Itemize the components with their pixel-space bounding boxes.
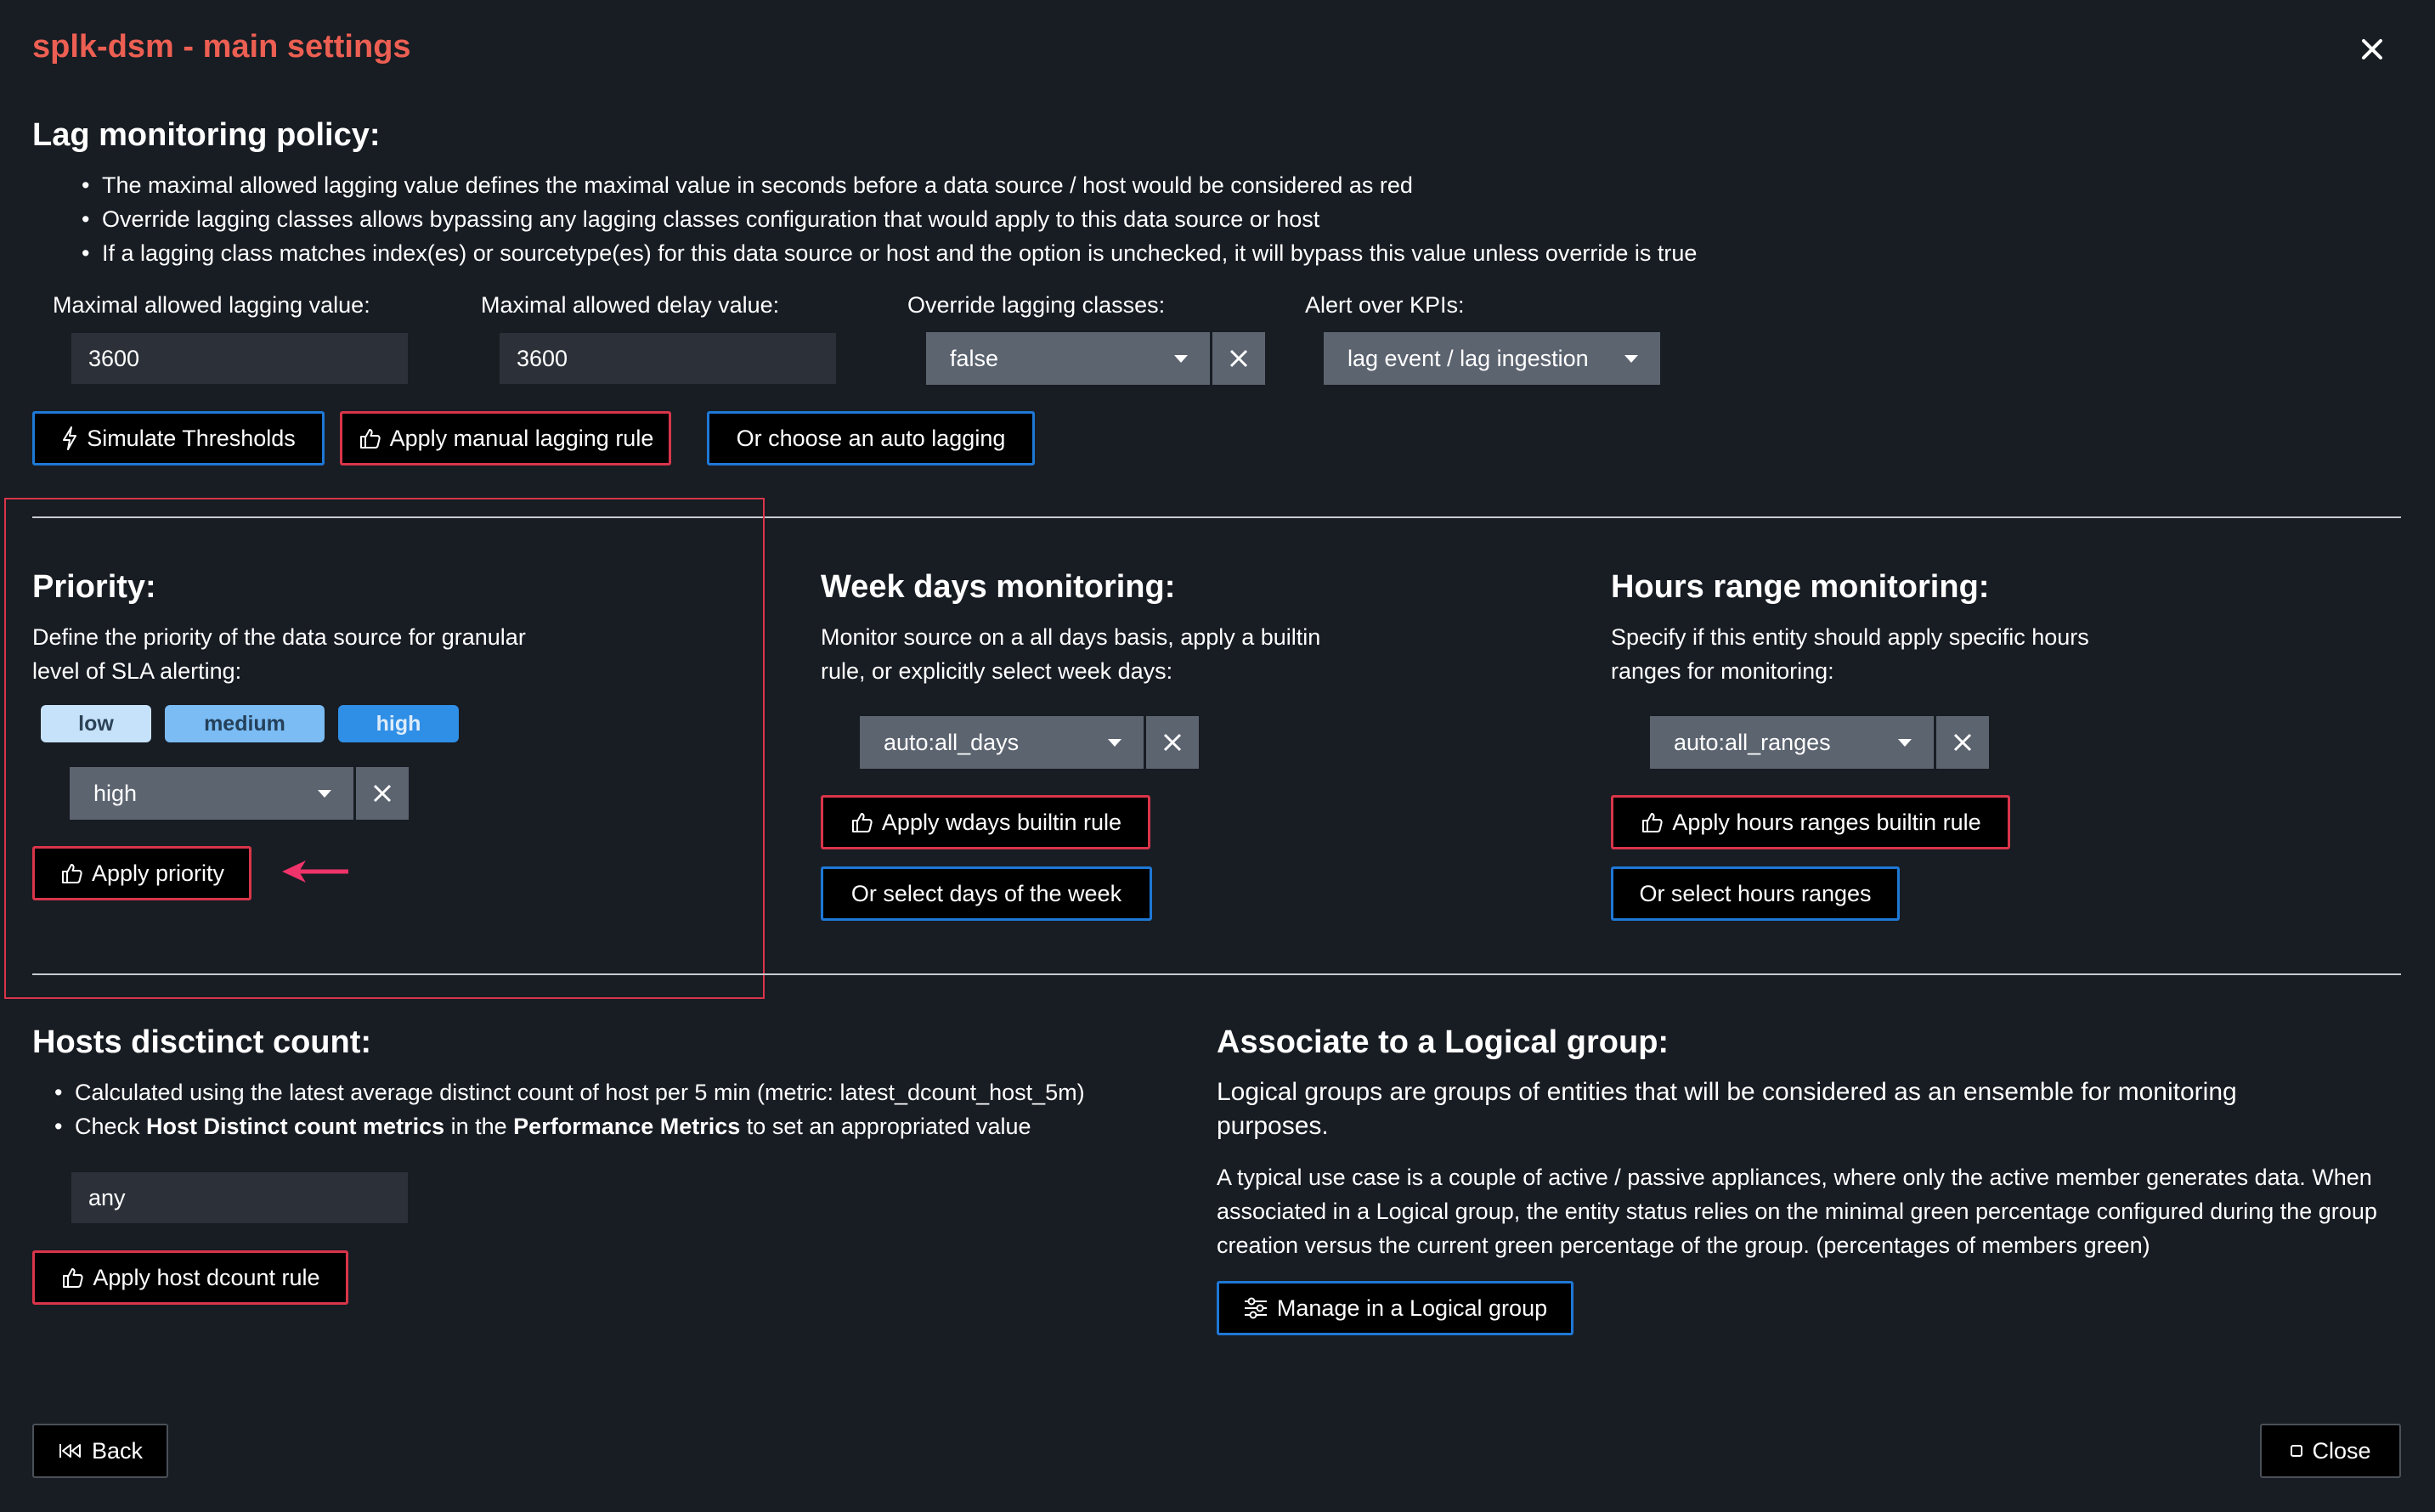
lag-bullet: If a lagging class matches index(es) or …: [78, 236, 2372, 270]
clear-icon[interactable]: [356, 767, 409, 820]
apply-manual-lagging-button[interactable]: Apply manual lagging rule: [340, 411, 671, 465]
max-delay-input[interactable]: [500, 333, 836, 384]
hosts-bullet: Check Host Distinct count metrics in the…: [51, 1109, 1223, 1143]
priority-description: Define the priority of the data source f…: [32, 624, 526, 684]
close-button[interactable]: Close: [2260, 1424, 2401, 1478]
priority-select[interactable]: high: [70, 767, 353, 820]
host-dcount-input[interactable]: [71, 1172, 408, 1223]
priority-pill-high[interactable]: high: [338, 705, 459, 742]
simulate-thresholds-label: Simulate Thresholds: [87, 425, 296, 451]
select-days-label: Or select days of the week: [850, 880, 1122, 906]
lightning-icon: [61, 426, 78, 451]
override-select-value: false: [950, 345, 999, 371]
hosts-bullet-bold: Host Distinct count metrics: [146, 1114, 445, 1139]
hours-select[interactable]: auto:all_ranges: [1650, 716, 1934, 769]
alert-select[interactable]: lag event / lag ingestion: [1324, 332, 1660, 385]
logical-heading: Associate to a Logical group:: [1217, 1024, 1669, 1060]
apply-priority-button[interactable]: Apply priority: [32, 846, 251, 900]
weekdays-heading: Week days monitoring:: [821, 569, 1176, 605]
hours-select-value: auto:all_ranges: [1674, 729, 1831, 755]
sliders-icon: [1243, 1297, 1268, 1319]
hosts-bullets: Calculated using the latest average dist…: [51, 1075, 1223, 1143]
max-lag-label: Maximal allowed lagging value:: [53, 292, 370, 318]
clear-icon[interactable]: [1936, 716, 1989, 769]
hosts-bullet: Calculated using the latest average dist…: [51, 1075, 1223, 1109]
max-lag-input[interactable]: [71, 333, 408, 384]
logical-lead: Logical groups are groups of entities th…: [1217, 1078, 2237, 1140]
max-delay-label: Maximal allowed delay value:: [481, 292, 780, 318]
override-select-group: false: [926, 332, 1265, 385]
hosts-heading: Hosts disctinct count:: [32, 1024, 372, 1060]
simulate-thresholds-button[interactable]: Simulate Thresholds: [32, 411, 325, 465]
priority-select-group: high: [70, 767, 409, 820]
apply-host-dcount-button[interactable]: Apply host dcount rule: [32, 1250, 348, 1305]
thumbs-up-icon: [59, 861, 83, 885]
apply-hours-button[interactable]: Apply hours ranges builtin rule: [1611, 795, 2010, 849]
lag-bullets: The maximal allowed lagging value define…: [78, 168, 2372, 270]
alert-select-value: lag event / lag ingestion: [1347, 345, 1589, 371]
apply-hours-label: Apply hours ranges builtin rule: [1672, 809, 1981, 835]
select-hours-button[interactable]: Or select hours ranges: [1611, 866, 1900, 921]
manage-logical-group-label: Manage in a Logical group: [1276, 1295, 1548, 1321]
apply-wdays-label: Apply wdays builtin rule: [881, 809, 1122, 835]
auto-lagging-button[interactable]: Or choose an auto lagging: [707, 411, 1035, 465]
apply-manual-lagging-label: Apply manual lagging rule: [389, 425, 654, 451]
weekdays-select-group: auto:all_days: [860, 716, 1199, 769]
priority-pill-medium[interactable]: medium: [165, 705, 325, 742]
modal-title: splk-dsm - main settings: [32, 29, 411, 65]
hosts-bullet-bold: Performance Metrics: [513, 1114, 741, 1139]
select-days-button[interactable]: Or select days of the week: [821, 866, 1152, 921]
override-label: Override lagging classes:: [907, 292, 1166, 318]
thumbs-up-icon: [358, 426, 381, 450]
back-label: Back: [91, 1437, 144, 1464]
thumbs-up-icon: [850, 810, 873, 834]
hours-heading: Hours range monitoring:: [1611, 569, 1990, 605]
hosts-bullet-text: Check: [75, 1114, 147, 1139]
caret-down-icon: [1174, 354, 1188, 363]
clear-icon[interactable]: [1146, 716, 1199, 769]
weekdays-select-value: auto:all_days: [884, 729, 1020, 755]
weekdays-select[interactable]: auto:all_days: [860, 716, 1144, 769]
priority-heading: Priority:: [32, 569, 156, 605]
select-hours-label: Or select hours ranges: [1639, 880, 1872, 906]
weekdays-description: Monitor source on a all days basis, appl…: [821, 624, 1321, 684]
caret-down-icon: [1624, 354, 1638, 363]
close-label: Close: [2312, 1437, 2371, 1464]
arrow-left-icon: [280, 858, 350, 889]
square-icon: [2290, 1444, 2303, 1458]
back-button[interactable]: Back: [32, 1424, 168, 1478]
override-select[interactable]: false: [926, 332, 1210, 385]
thumbs-up-icon: [60, 1266, 84, 1289]
alert-label: Alert over KPIs:: [1305, 292, 1465, 318]
priority-pill-low[interactable]: low: [41, 705, 151, 742]
priority-select-value: high: [93, 780, 138, 806]
hours-description: Specify if this entity should apply spec…: [1611, 624, 2089, 684]
auto-lagging-label: Or choose an auto lagging: [736, 425, 1006, 451]
apply-wdays-button[interactable]: Apply wdays builtin rule: [821, 795, 1150, 849]
lag-heading: Lag monitoring policy:: [32, 117, 381, 153]
close-icon[interactable]: [2353, 31, 2391, 68]
caret-down-icon: [1898, 738, 1912, 747]
hosts-bullet-text: to set an appropriated value: [740, 1114, 1031, 1139]
rewind-icon: [58, 1442, 83, 1459]
caret-down-icon: [1108, 738, 1121, 747]
thumbs-up-icon: [1640, 810, 1664, 834]
caret-down-icon: [318, 789, 331, 798]
lag-bullet: The maximal allowed lagging value define…: [78, 168, 2372, 202]
section-divider: [32, 973, 2401, 975]
hours-select-group: auto:all_ranges: [1650, 716, 1989, 769]
clear-icon[interactable]: [1212, 332, 1265, 385]
apply-priority-label: Apply priority: [91, 860, 225, 886]
manage-logical-group-button[interactable]: Manage in a Logical group: [1217, 1281, 1573, 1335]
logical-detail: A typical use case is a couple of active…: [1217, 1165, 2377, 1258]
apply-host-dcount-label: Apply host dcount rule: [93, 1264, 320, 1290]
hosts-bullet-text: in the: [444, 1114, 514, 1139]
lag-bullet: Override lagging classes allows bypassin…: [78, 202, 2372, 236]
